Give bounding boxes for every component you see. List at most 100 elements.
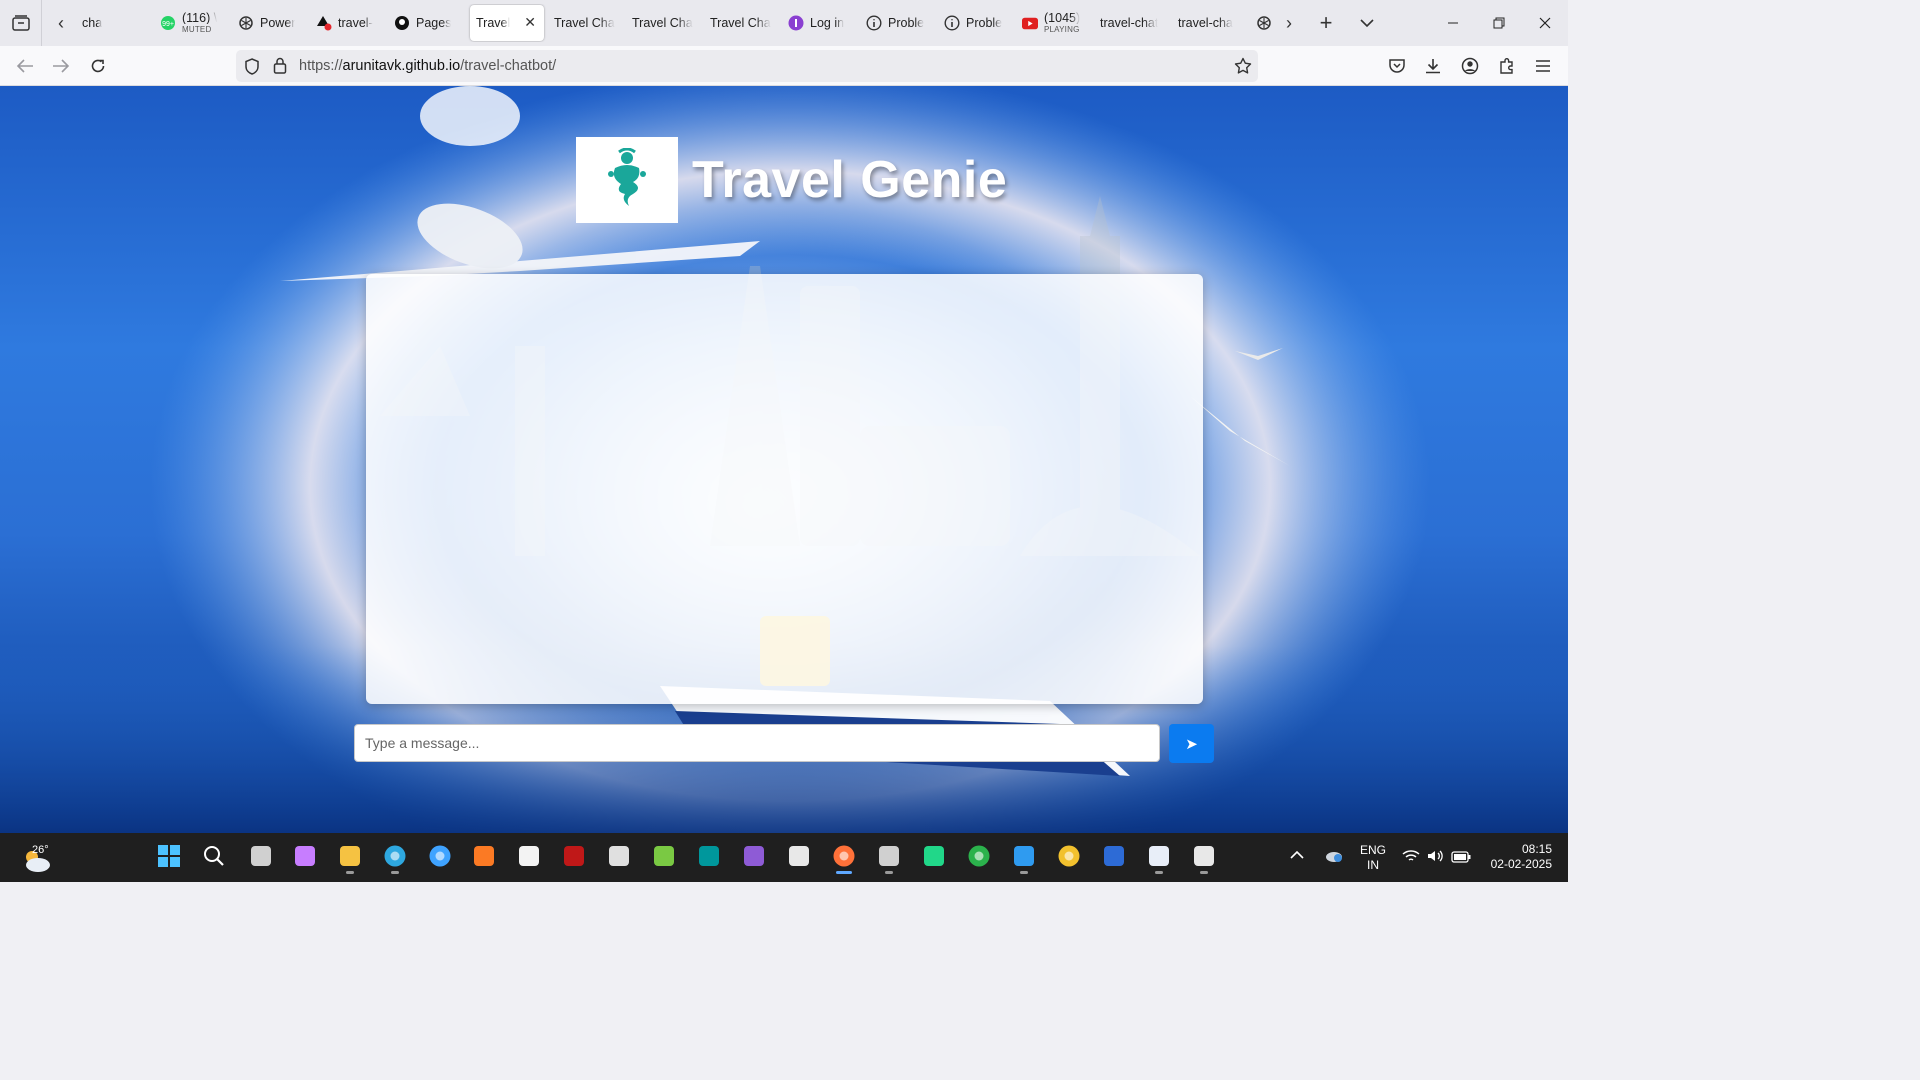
extensions-button[interactable]: [1492, 51, 1522, 81]
battery-icon[interactable]: [1451, 850, 1471, 868]
edge-dev-icon: [428, 844, 452, 873]
chat-messages-panel[interactable]: [366, 274, 1203, 704]
taskbar-start-button[interactable]: [152, 841, 186, 875]
browser-tab[interactable]: travel-: [310, 5, 388, 41]
mcafee-icon: [562, 844, 586, 873]
taskbar-copilot-button[interactable]: [288, 841, 322, 875]
taskbar-arduino-button[interactable]: [692, 841, 726, 875]
close-icon: [1539, 17, 1551, 29]
taskbar-mcafee-button[interactable]: [557, 841, 591, 875]
login-icon: [788, 15, 804, 31]
browser-tab[interactable]: 99+ (116) \ MUTED: [154, 5, 232, 41]
restore-button[interactable]: [1476, 0, 1522, 46]
taskbar-pycharm-button[interactable]: [917, 841, 951, 875]
browser-tab[interactable]: cha: [76, 5, 154, 41]
tab-list-icon: [11, 15, 30, 31]
close-window-button[interactable]: [1522, 0, 1568, 46]
send-arrow-icon: ➤: [1185, 735, 1198, 753]
firefox-icon: [832, 844, 856, 873]
running-indicator: [885, 871, 893, 874]
taskbar-snipping-button[interactable]: [1187, 841, 1221, 875]
taskbar-blender-button[interactable]: [602, 841, 636, 875]
running-indicator: [346, 871, 354, 874]
list-all-tabs-button[interactable]: [0, 0, 42, 46]
weather-temperature: 26°: [32, 844, 49, 856]
address-bar[interactable]: https://arunitavk.github.io/travel-chatb…: [236, 50, 1258, 82]
new-tab-button[interactable]: +: [1313, 8, 1339, 38]
tab-scroll-left-button[interactable]: ‹: [48, 8, 74, 38]
url-host: arunitavk.github.io: [342, 58, 461, 74]
browser-tab[interactable]: (1045) PLAYING: [1016, 5, 1094, 41]
tab-label: Proble: [966, 16, 1003, 30]
send-button[interactable]: ➤: [1169, 724, 1214, 763]
tab-sublabel: MUTED: [182, 25, 212, 35]
pocket-button[interactable]: [1382, 51, 1412, 81]
taskbar-unity-button[interactable]: [782, 841, 816, 875]
taskbar-edge-dev-button[interactable]: [423, 841, 457, 875]
taskbar-file-explorer-button[interactable]: [333, 841, 367, 875]
search-icon: [203, 845, 225, 872]
wifi-icon[interactable]: [1402, 849, 1420, 868]
onedrive-icon[interactable]: [1324, 847, 1344, 868]
app-header: Travel Genie: [576, 137, 1007, 223]
minimize-button[interactable]: [1430, 0, 1476, 46]
tab-overflow-button[interactable]: [1354, 8, 1380, 38]
taskbar-store-button[interactable]: [512, 841, 546, 875]
tab-label: cha: [82, 16, 103, 30]
taskbar-firefox-button[interactable]: [827, 841, 861, 875]
taskbar-visual-studio-button[interactable]: [737, 841, 771, 875]
snipping-icon: [1192, 844, 1216, 873]
downloads-button[interactable]: [1418, 51, 1448, 81]
tab-scroll-right-button[interactable]: ›: [1276, 8, 1302, 38]
taskbar-chrome-button[interactable]: [1052, 841, 1086, 875]
browser-tab[interactable]: travel-chat: [1094, 5, 1172, 41]
app-menu-button[interactable]: [1528, 51, 1558, 81]
url-text[interactable]: https://arunitavk.github.io/travel-chatb…: [299, 58, 556, 74]
running-indicator: [1020, 871, 1028, 874]
taskbar-vscode-button[interactable]: [1007, 841, 1041, 875]
taskbar-notepad-button[interactable]: [1142, 841, 1176, 875]
taskbar-circle-app-button[interactable]: [962, 841, 996, 875]
browser-tab[interactable]: Log in: [782, 5, 860, 41]
message-input[interactable]: [354, 724, 1160, 762]
close-tab-icon[interactable]: ✕: [524, 14, 536, 31]
browser-tab[interactable]: Proble: [860, 5, 938, 41]
show-hidden-icons-button[interactable]: [1290, 847, 1304, 865]
bookmark-star-icon[interactable]: [1234, 57, 1252, 80]
browser-tab[interactable]: Pages: [388, 5, 466, 41]
xampp-icon: [472, 844, 496, 873]
github-icon: [394, 15, 410, 31]
browser-tab[interactable]: Travel Cha: [626, 5, 704, 41]
tabs: cha 99+ (116) \ MUTED Power travel- Pages Trave…: [76, 4, 1272, 42]
taskbar-xampp-button[interactable]: [467, 841, 501, 875]
tab-label: Travel Cha: [710, 16, 771, 30]
taskbar-powershell-button[interactable]: [1097, 841, 1131, 875]
tracking-protection-icon[interactable]: [244, 58, 260, 80]
browser-tab[interactable]: Travel Cha: [704, 5, 782, 41]
forward-button[interactable]: [46, 51, 76, 81]
account-button[interactable]: [1455, 51, 1485, 81]
browser-tab[interactable]: Travel ✕: [470, 5, 544, 41]
taskbar-search-button[interactable]: [197, 841, 231, 875]
weather-widget[interactable]: 26°: [18, 841, 58, 875]
browser-tab[interactable]: travel-cha: [1172, 5, 1250, 41]
clock-time: 08:15: [1521, 842, 1552, 856]
volume-icon[interactable]: [1426, 848, 1444, 869]
taskbar-task-view-button[interactable]: [244, 841, 278, 875]
language-indicator[interactable]: ENG IN: [1358, 843, 1388, 873]
back-button[interactable]: [10, 51, 40, 81]
account-icon: [1461, 57, 1479, 75]
browser-tab[interactable]: Proble: [938, 5, 1016, 41]
tab-label: Proble: [888, 16, 925, 30]
browser-tab[interactable]: Chatbo: [1250, 5, 1272, 41]
taskbar-terminal-button[interactable]: [872, 841, 906, 875]
taskbar-edge-button[interactable]: [378, 841, 412, 875]
taskbar-colorful-button[interactable]: [647, 841, 681, 875]
lock-icon[interactable]: [273, 57, 287, 79]
clock[interactable]: 08:15 02-02-2025: [1482, 842, 1552, 872]
browser-tab[interactable]: Power: [232, 5, 310, 41]
browser-tab[interactable]: Travel Cha: [548, 5, 626, 41]
reload-button[interactable]: [83, 51, 113, 81]
tab-label: Travel Cha: [632, 16, 693, 30]
tab-label: Log in: [810, 16, 845, 30]
